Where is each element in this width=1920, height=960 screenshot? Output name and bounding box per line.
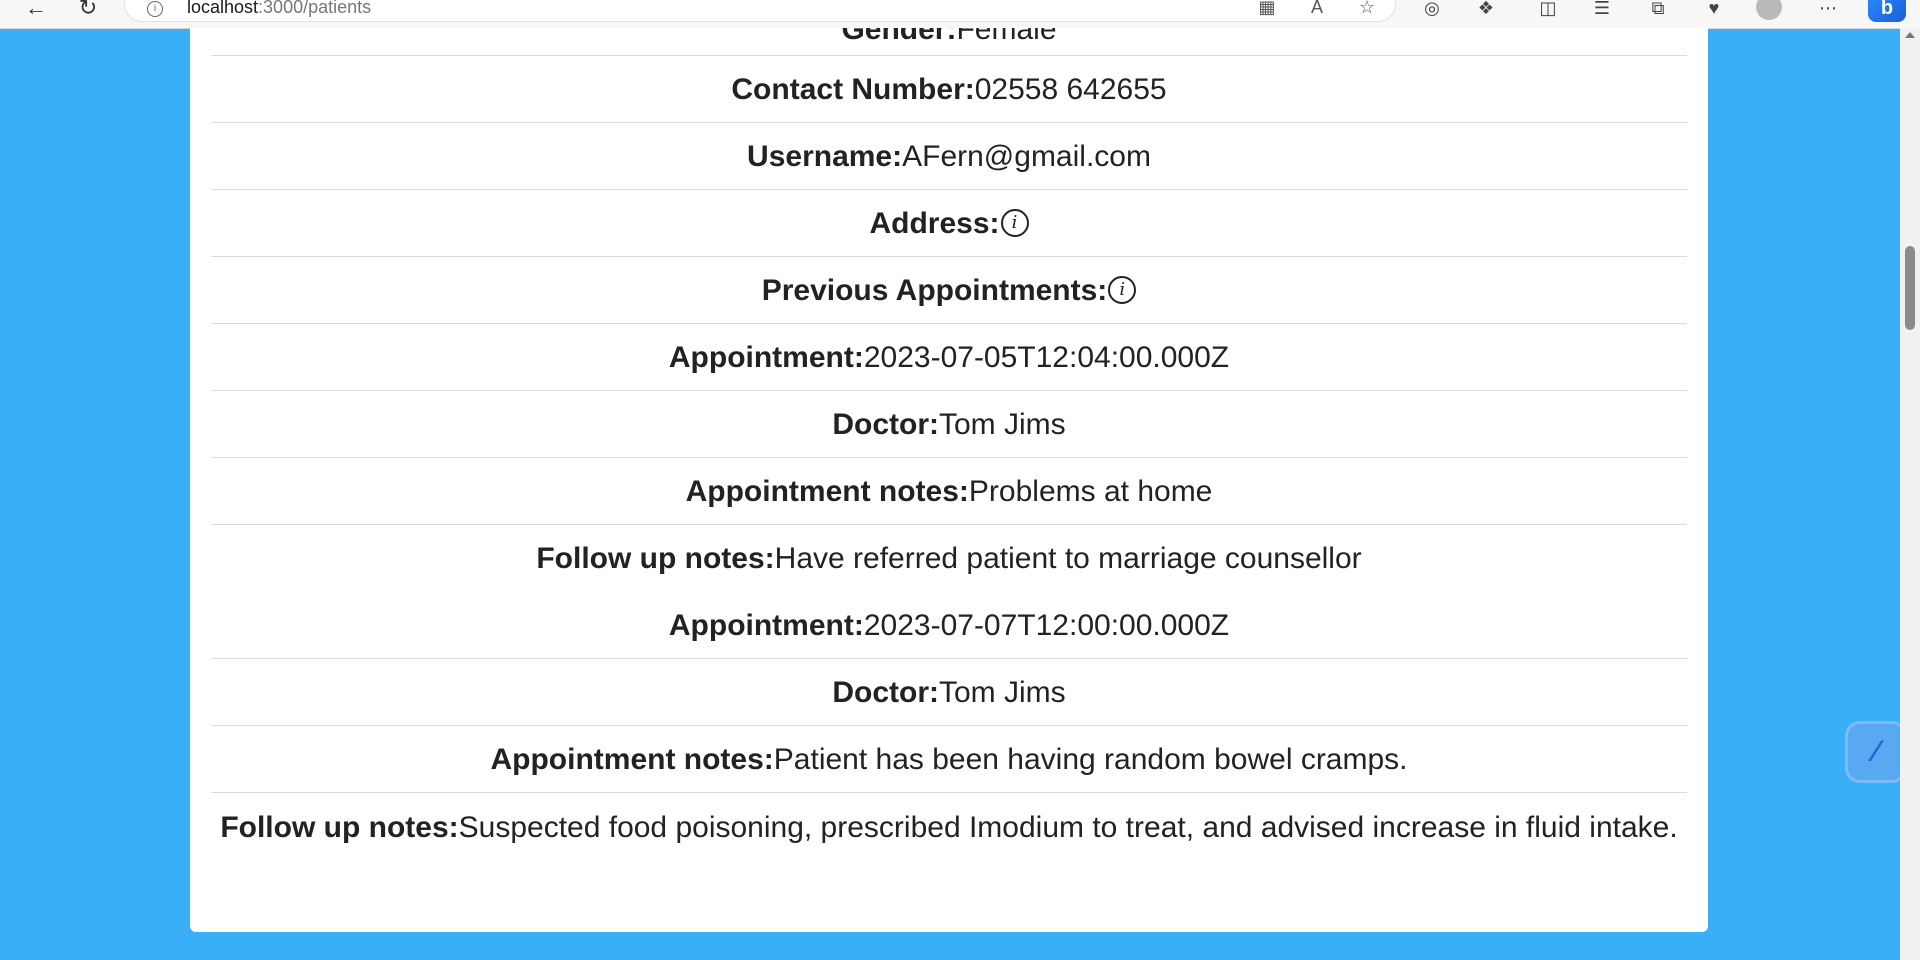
- doctor-label: Doctor:: [832, 676, 939, 709]
- site-info-icon[interactable]: i: [147, 1, 163, 17]
- doctor-label: Doctor:: [832, 408, 939, 441]
- doctor-value: Tom Jims: [938, 676, 1066, 709]
- appointment-date-row: Appointment:2023-07-05T12:04:00.000Z: [211, 324, 1687, 391]
- gender-value: Female: [956, 28, 1057, 46]
- doctor-row: Doctor:Tom Jims: [211, 391, 1687, 458]
- appointment-value: 2023-07-07T12:00:00.000Z: [863, 609, 1230, 642]
- refresh-icon[interactable]: ↻: [74, 0, 102, 22]
- patient-detail-list: Gender:Female Contact Number:02558 64265…: [211, 28, 1687, 851]
- contact-number-value: 02558 642655: [974, 73, 1167, 106]
- collections-icon[interactable]: ⧉: [1644, 0, 1672, 22]
- extensions-icon[interactable]: ❖: [1472, 0, 1500, 22]
- address-url[interactable]: localhost:3000/patients: [187, 0, 371, 18]
- doctor-row: Doctor:Tom Jims: [211, 659, 1687, 726]
- appointment-notes-row: Appointment notes:Patient has been havin…: [211, 726, 1687, 793]
- previous-appointments-label: Previous Appointments:: [761, 274, 1108, 307]
- contact-number-row: Contact Number:02558 642655: [211, 56, 1687, 123]
- follow-up-notes-value: Have referred patient to marriage counse…: [774, 542, 1362, 575]
- appointment-date-row: Appointment:2023-07-07T12:00:00.000Z: [211, 592, 1687, 659]
- appointment-label: Appointment:: [668, 341, 864, 374]
- appointment-notes-value: Patient has been having random bowel cra…: [773, 743, 1408, 776]
- address-row: Address: i: [211, 190, 1687, 257]
- browser-essentials-icon[interactable]: ♥: [1700, 0, 1728, 22]
- follow-up-notes-row: Follow up notes:Suspected food poisoning…: [211, 793, 1687, 851]
- appointment-notes-label: Appointment notes:: [685, 475, 969, 508]
- previous-appointments-info-icon[interactable]: i: [1108, 276, 1137, 305]
- profile-avatar-icon[interactable]: [1756, 0, 1782, 20]
- address-info-icon[interactable]: i: [1000, 209, 1029, 238]
- username-label: Username:: [747, 140, 903, 173]
- username-value: AFern@gmail.com: [902, 140, 1151, 173]
- username-row: Username:AFern@gmail.com: [211, 123, 1687, 190]
- follow-up-notes-value: Suspected food poisoning, prescribed Imo…: [458, 811, 1678, 844]
- split-screen-icon[interactable]: ◫: [1534, 0, 1562, 22]
- gender-label: Gender:: [841, 28, 957, 46]
- browser-toolbar: ← ↻ i localhost:3000/patients ▦ A ☆ ◎ ❖ …: [0, 0, 1920, 29]
- doctor-value: Tom Jims: [938, 408, 1066, 441]
- scrollbar-thumb[interactable]: [1905, 246, 1915, 330]
- app-grid-icon[interactable]: ▦: [1255, 0, 1279, 19]
- appointment-label: Appointment:: [668, 609, 864, 642]
- tracking-prevention-icon[interactable]: ◎: [1418, 0, 1446, 22]
- gender-row: Gender:Female: [211, 28, 1687, 56]
- follow-up-notes-row: Follow up notes:Have referred patient to…: [211, 525, 1687, 592]
- back-arrow-icon[interactable]: ←: [22, 0, 50, 22]
- url-host: localhost: [187, 0, 259, 17]
- more-options-icon[interactable]: ⋯: [1814, 0, 1842, 22]
- appointment-notes-value: Problems at home: [968, 475, 1213, 508]
- favorite-star-icon[interactable]: ☆: [1355, 0, 1379, 19]
- url-path: :3000/patients: [258, 0, 372, 17]
- appointment-notes-label: Appointment notes:: [490, 743, 774, 776]
- lightning-bolt-icon: ∕: [1873, 735, 1879, 768]
- appointment-value: 2023-07-05T12:04:00.000Z: [863, 341, 1230, 374]
- previous-appointments-row: Previous Appointments: i: [211, 257, 1687, 324]
- patient-details-card: Gender:Female Contact Number:02558 64265…: [190, 28, 1708, 932]
- contact-number-label: Contact Number:: [731, 73, 975, 106]
- appointment-notes-row: Appointment notes:Problems at home: [211, 458, 1687, 525]
- follow-up-notes-label: Follow up notes:: [220, 811, 459, 844]
- address-bar[interactable]: i localhost:3000/patients ▦ A ☆: [124, 0, 1396, 22]
- read-aloud-icon[interactable]: A: [1305, 0, 1329, 19]
- floating-assistant-button[interactable]: ∕: [1848, 724, 1904, 780]
- follow-up-notes-label: Follow up notes:: [536, 542, 775, 575]
- scroll-up-arrow-icon[interactable]: [1905, 32, 1915, 38]
- address-label: Address:: [869, 207, 1000, 240]
- copilot-icon[interactable]: b: [1868, 0, 1906, 22]
- page-scrollbar[interactable]: [1900, 28, 1920, 960]
- favorites-list-icon[interactable]: ☰: [1588, 0, 1616, 22]
